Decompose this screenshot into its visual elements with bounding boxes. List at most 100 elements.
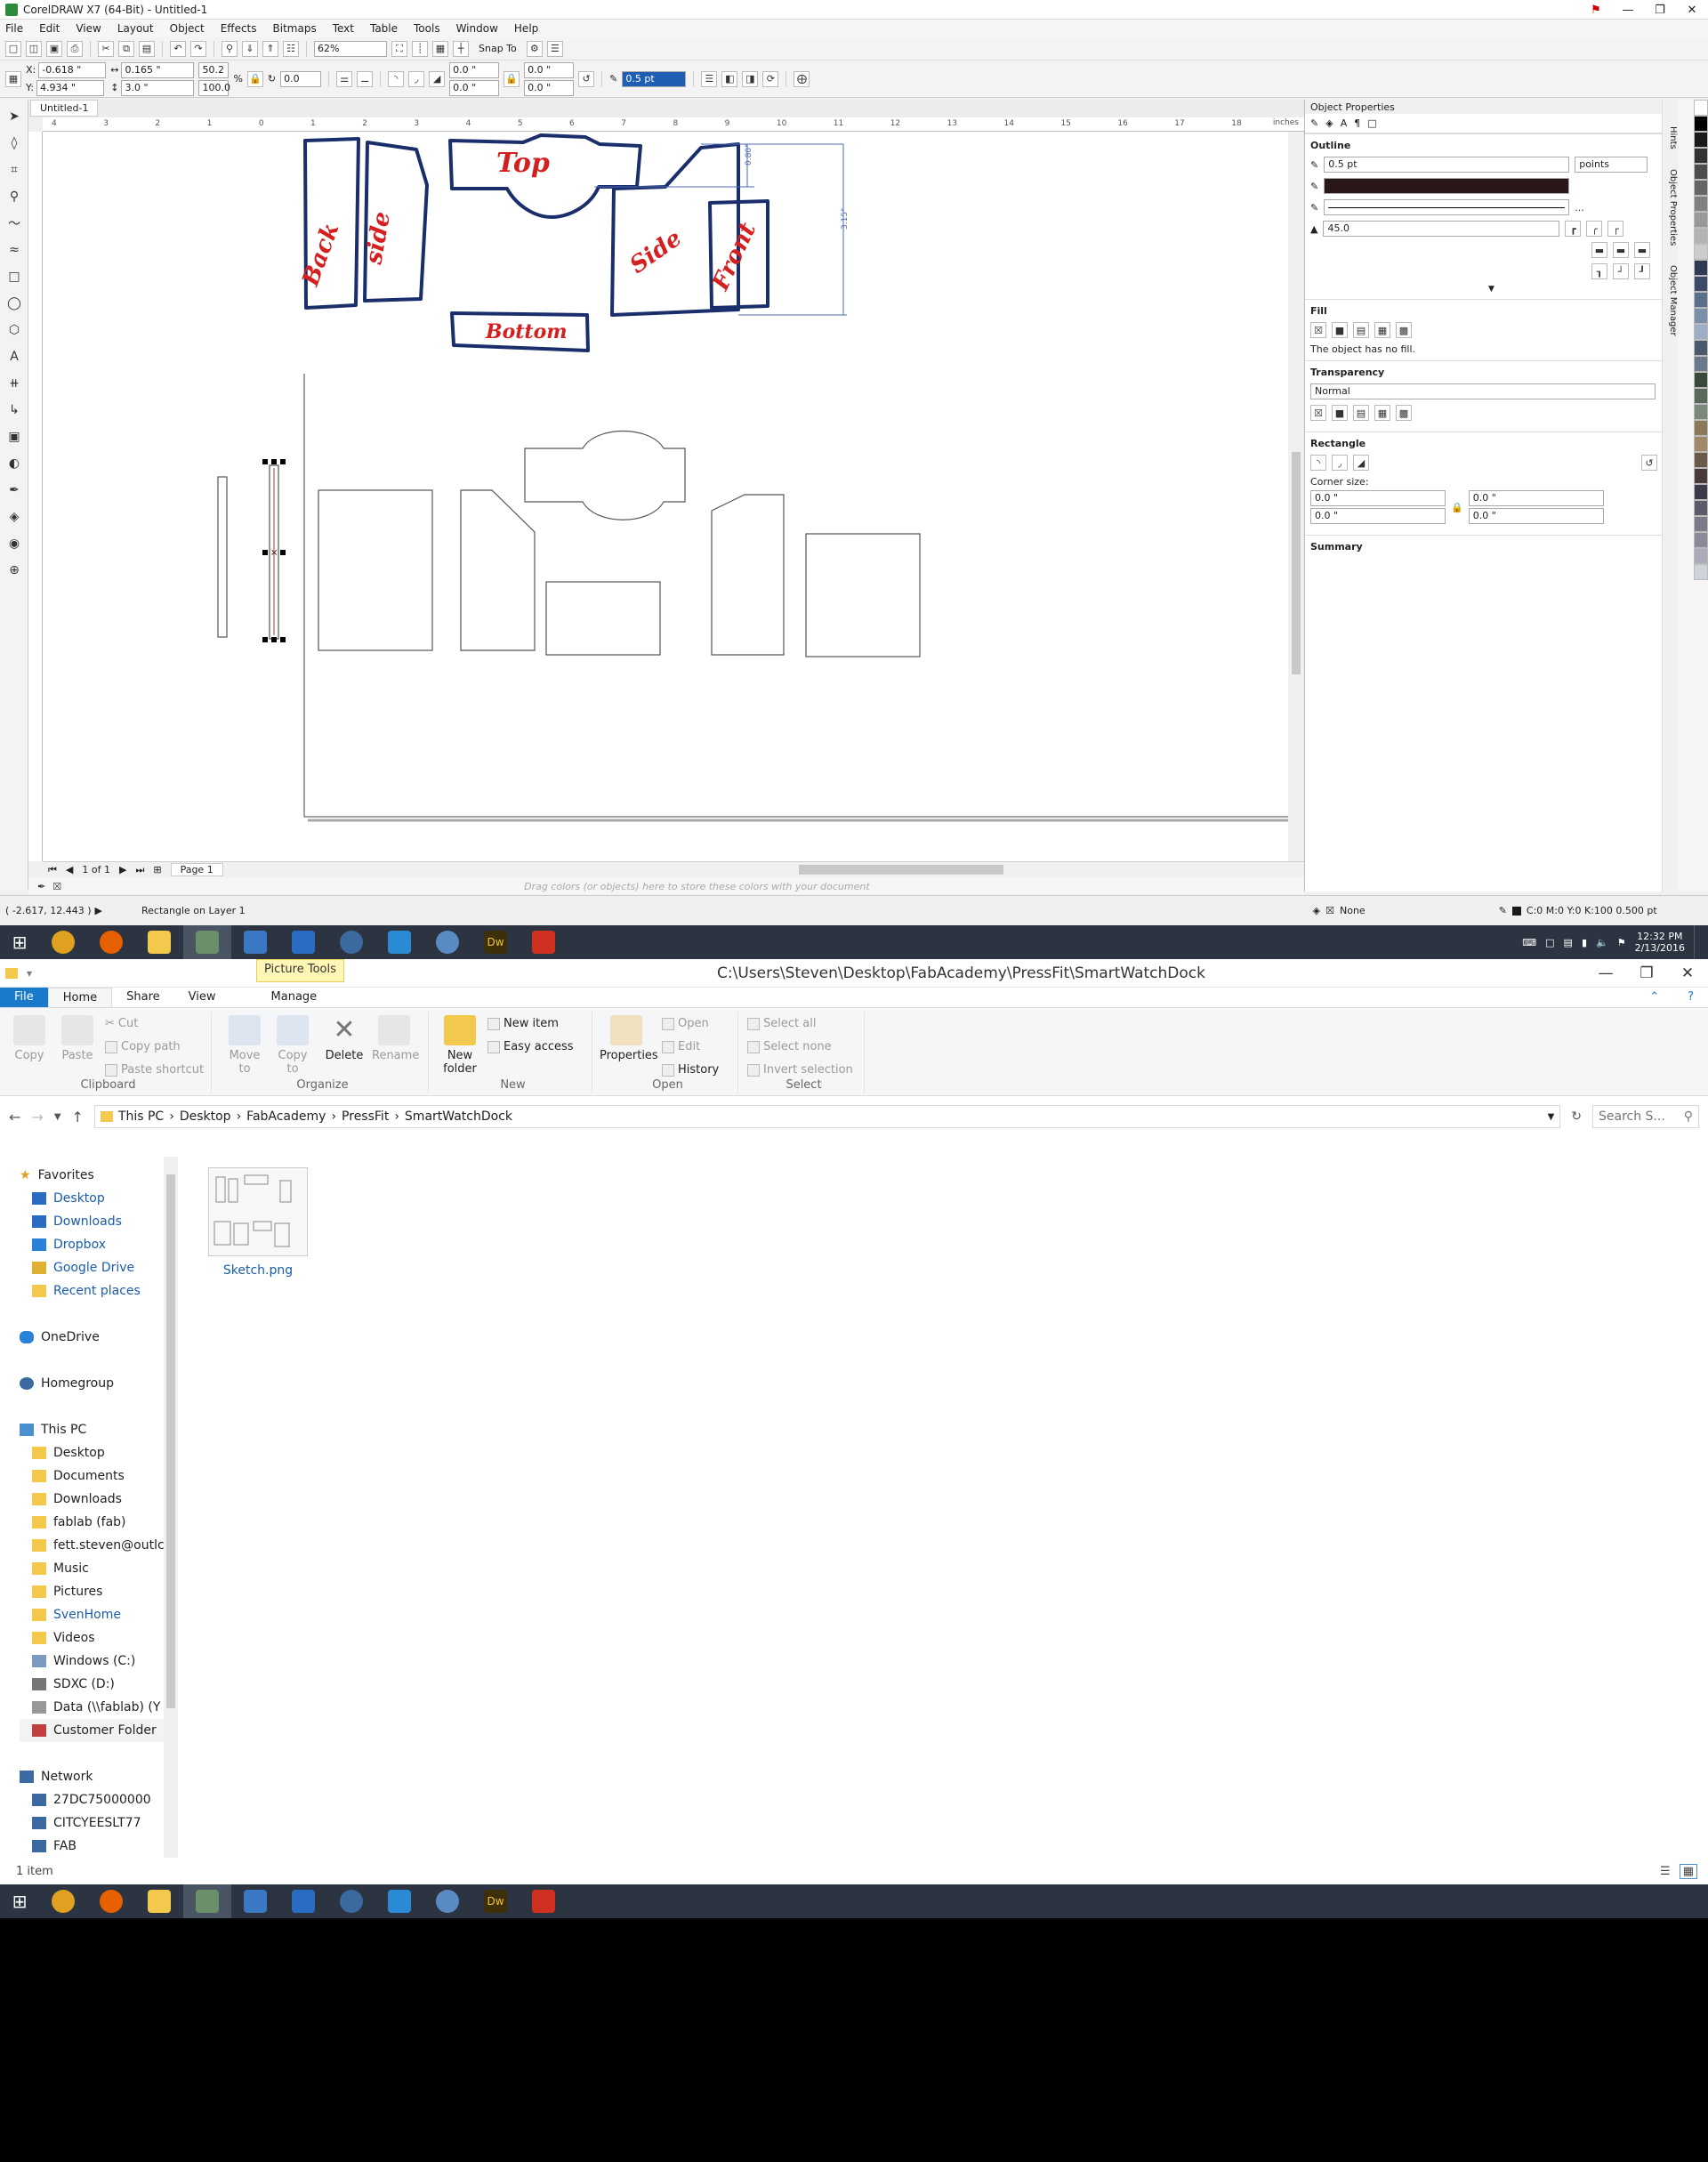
palette-swatch[interactable] bbox=[1694, 308, 1708, 324]
new-document-icon[interactable]: □ bbox=[5, 40, 21, 57]
breadcrumb-pressfit[interactable]: PressFit bbox=[342, 1109, 389, 1124]
breadcrumb-desktop[interactable]: Desktop bbox=[180, 1109, 231, 1124]
menu-edit[interactable]: Edit bbox=[39, 22, 60, 35]
large-icons-view-icon[interactable]: ▦ bbox=[1679, 1863, 1697, 1879]
fountain-fill-icon[interactable]: ▤ bbox=[1353, 322, 1369, 338]
no-color-swatch-icon[interactable]: ☒ bbox=[52, 881, 61, 892]
taskbar-chrome[interactable] bbox=[39, 925, 87, 959]
text-tool-icon[interactable]: A bbox=[4, 347, 24, 367]
fill-tab-icon[interactable]: ◈ bbox=[1325, 117, 1333, 129]
line-cap-flat-icon[interactable]: ▬ bbox=[1591, 242, 1607, 258]
drawing-canvas[interactable]: 0.80" 3.15" Back side Top Side Front Bot… bbox=[43, 132, 1288, 861]
move-to-button[interactable]: Move to bbox=[222, 1015, 267, 1076]
vertical-scroll-thumb[interactable] bbox=[1292, 452, 1301, 674]
menu-window[interactable]: Window bbox=[456, 22, 498, 35]
to-back-icon[interactable]: ◨ bbox=[742, 70, 759, 87]
outline-tab-icon[interactable]: ✎ bbox=[1310, 117, 1318, 129]
position-outside-icon[interactable]: ┚ bbox=[1634, 263, 1650, 279]
rotation-field[interactable]: 0.0 bbox=[280, 70, 322, 87]
help-icon[interactable]: ? bbox=[1673, 988, 1708, 1007]
file-item[interactable]: Sketch.png bbox=[205, 1167, 311, 1278]
close-button[interactable]: ✕ bbox=[1667, 964, 1708, 982]
menu-object[interactable]: Object bbox=[170, 22, 205, 35]
up-arrow-icon[interactable]: ↑ bbox=[72, 1109, 84, 1125]
dimension-tool-icon[interactable]: ⧺ bbox=[4, 374, 24, 393]
chamfered-corner-icon[interactable]: ◢ bbox=[429, 70, 446, 87]
tab-view[interactable]: View bbox=[174, 988, 230, 1007]
nav-network[interactable]: Network bbox=[20, 1765, 178, 1788]
details-view-icon[interactable]: ☰ bbox=[1660, 1865, 1671, 1878]
copy-icon[interactable]: ⧉ bbox=[118, 40, 134, 57]
y-position-field[interactable]: 4.934 " bbox=[36, 79, 104, 96]
outline-more-button[interactable]: ... bbox=[1575, 202, 1584, 214]
maximize-button[interactable]: ❐ bbox=[1626, 964, 1667, 982]
taskbar-sketchup[interactable] bbox=[520, 925, 568, 959]
nav-pc-item[interactable]: Data (\\fablab) (Y bbox=[20, 1696, 178, 1719]
taskbar-file-explorer[interactable] bbox=[135, 925, 183, 959]
menu-file[interactable]: File bbox=[5, 22, 23, 35]
rectangle-section-title[interactable]: Rectangle bbox=[1310, 438, 1672, 449]
quick-access-toolbar[interactable]: ▾ bbox=[27, 967, 32, 980]
fountain-transparency-icon[interactable]: ▤ bbox=[1353, 405, 1369, 421]
add-icon[interactable]: ⨁ bbox=[794, 70, 810, 87]
taskbar-firefox[interactable] bbox=[87, 1884, 135, 1918]
search-content-icon[interactable]: ⚲ bbox=[222, 40, 238, 57]
show-desktop-button[interactable] bbox=[1694, 925, 1699, 959]
object-manager-tab[interactable]: Object Manager bbox=[1663, 265, 1678, 336]
palette-swatch[interactable] bbox=[1694, 260, 1708, 276]
line-style-select[interactable] bbox=[1324, 199, 1570, 215]
taskbar-sketchup[interactable] bbox=[520, 1884, 568, 1918]
next-page-icon[interactable]: ▶ bbox=[119, 864, 126, 875]
tab-file[interactable]: File bbox=[0, 988, 48, 1007]
frame-tab-icon[interactable]: □ bbox=[1367, 117, 1376, 129]
copy-button[interactable]: Copy bbox=[7, 1015, 52, 1062]
vertical-ruler[interactable] bbox=[28, 132, 43, 861]
print-icon[interactable]: ⎙ bbox=[67, 40, 83, 57]
palette-swatch[interactable] bbox=[1694, 452, 1708, 468]
taskbar-backup[interactable] bbox=[423, 925, 471, 959]
object-origin-icon[interactable]: ▦ bbox=[5, 70, 21, 87]
cut-icon[interactable]: ✂ bbox=[98, 40, 114, 57]
save-icon[interactable]: ▣ bbox=[46, 40, 62, 57]
uniform-fill-icon[interactable]: ■ bbox=[1332, 322, 1348, 338]
transparency-mode-select[interactable]: Normal bbox=[1310, 383, 1656, 399]
document-tab[interactable]: Untitled-1 bbox=[30, 100, 99, 117]
outline-units-select[interactable]: points bbox=[1575, 157, 1648, 173]
miter-limit-field[interactable]: 45.0 bbox=[1323, 221, 1560, 237]
wrap-text-icon[interactable]: ☰ bbox=[701, 70, 718, 87]
taskbar-chrome[interactable] bbox=[39, 1884, 87, 1918]
corner-top-left-field[interactable]: 0.0 " bbox=[449, 61, 500, 78]
prev-page-icon[interactable]: ◀ bbox=[66, 864, 73, 875]
horizontal-scroll-thumb[interactable] bbox=[799, 865, 1003, 875]
palette-swatch[interactable] bbox=[1694, 404, 1708, 420]
menu-bitmaps[interactable]: Bitmaps bbox=[273, 22, 317, 35]
snap-to-button[interactable]: Snap To bbox=[479, 43, 517, 54]
palette-swatch[interactable] bbox=[1694, 532, 1708, 548]
copy-to-button[interactable]: Copy to bbox=[270, 1015, 315, 1076]
clock[interactable]: 12:32 PM 2/13/2016 bbox=[1635, 931, 1685, 954]
select-all-button[interactable]: Select all bbox=[747, 1017, 816, 1030]
transparency-section-title[interactable]: Transparency bbox=[1310, 367, 1672, 378]
new-item-button[interactable]: New item bbox=[487, 1017, 559, 1030]
new-folder-button[interactable]: New folder bbox=[438, 1015, 482, 1076]
nav-pc-item[interactable]: Downloads bbox=[20, 1488, 178, 1511]
taskbar-connect[interactable] bbox=[375, 1884, 423, 1918]
menu-help[interactable]: Help bbox=[514, 22, 538, 35]
palette-swatch[interactable] bbox=[1694, 388, 1708, 404]
position-center-icon[interactable]: ┘ bbox=[1613, 263, 1629, 279]
menu-table[interactable]: Table bbox=[370, 22, 398, 35]
chamfer-corner-type-icon[interactable]: ◢ bbox=[1353, 455, 1369, 471]
palette-swatch[interactable] bbox=[1694, 132, 1708, 148]
search-input[interactable]: Search S... ⚲ bbox=[1592, 1105, 1699, 1128]
corner-miter-icon[interactable]: ┏ bbox=[1565, 221, 1582, 237]
flag-icon[interactable]: ⚑ bbox=[1617, 937, 1626, 948]
nav-this-pc[interactable]: This PC bbox=[20, 1418, 178, 1441]
help-flag-icon[interactable]: ⚑ bbox=[1580, 0, 1612, 20]
palette-swatch[interactable] bbox=[1694, 324, 1708, 340]
texture-fill-icon[interactable]: ▩ bbox=[1396, 322, 1412, 338]
nav-pc-item[interactable]: SvenHome bbox=[20, 1603, 178, 1626]
breadcrumb-fabacademy[interactable]: FabAcademy bbox=[246, 1109, 326, 1124]
address-bar[interactable]: This PC › Desktop › FabAcademy › PressFit › … bbox=[93, 1105, 1561, 1128]
taskbar-dreamweaver[interactable]: Dw bbox=[471, 925, 520, 959]
paste-shortcut-button[interactable]: Paste shortcut bbox=[105, 1063, 204, 1077]
